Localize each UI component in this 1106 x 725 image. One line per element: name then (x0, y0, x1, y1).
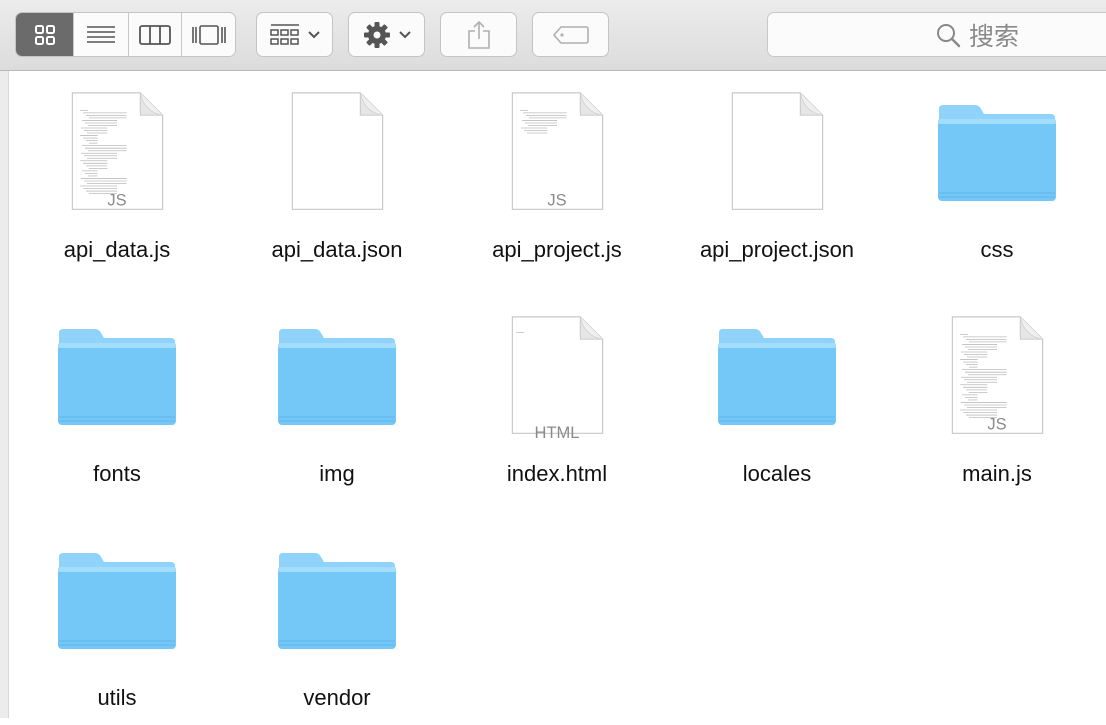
folder-icon (717, 313, 837, 443)
file-item[interactable]: HTML index.html (457, 301, 657, 501)
file-name: fonts (93, 461, 141, 486)
document-icon: JS (937, 313, 1057, 443)
grid-icon (34, 24, 55, 45)
file-name: img (319, 461, 355, 486)
window-edge (0, 71, 8, 718)
column-view-button[interactable] (129, 13, 183, 56)
file-item[interactable]: JS main.js (897, 301, 1097, 501)
folder-icon (277, 313, 397, 443)
file-item[interactable]: fonts (17, 301, 217, 501)
file-item[interactable]: utils (17, 525, 217, 725)
file-name: api_project.js (492, 237, 622, 262)
share-icon (467, 20, 490, 49)
file-item[interactable]: vendor (237, 525, 437, 725)
file-item[interactable]: css (897, 77, 1097, 277)
list-icon (87, 25, 116, 43)
file-name: api_data.json (271, 237, 403, 262)
action-button[interactable] (348, 12, 425, 57)
folder-icon (937, 89, 1057, 219)
svg-text:HTML: HTML (535, 424, 580, 442)
file-item[interactable]: JS api_data.js (17, 77, 217, 277)
document-icon: JS (57, 89, 177, 219)
chevron-down-icon (307, 30, 320, 38)
search-field[interactable]: 搜索 (767, 12, 1106, 57)
svg-text:JS: JS (987, 415, 1006, 433)
file-item[interactable]: api_data.json (237, 77, 437, 277)
svg-text:JS: JS (107, 191, 126, 209)
file-name: vendor (303, 685, 371, 710)
list-view-button[interactable] (74, 13, 129, 56)
coverflow-icon (191, 24, 226, 45)
file-name: utils (97, 685, 137, 710)
svg-text:JS: JS (547, 191, 566, 209)
icon-view-button[interactable] (16, 13, 75, 56)
search-icon (937, 23, 961, 47)
file-name: api_data.js (63, 237, 171, 262)
folder-icon (277, 537, 397, 667)
finder-toolbar: 搜索 (0, 0, 1106, 71)
share-button[interactable] (440, 12, 517, 57)
file-name: css (980, 237, 1014, 262)
document-icon (717, 89, 837, 219)
tags-button[interactable] (532, 12, 609, 57)
file-item[interactable]: locales (677, 301, 877, 501)
tag-icon (552, 25, 589, 44)
file-name: index.html (506, 461, 608, 486)
chevron-down-icon (398, 30, 411, 38)
document-icon (277, 89, 397, 219)
file-item[interactable]: JS api_project.js (457, 77, 657, 277)
gear-icon (363, 21, 390, 48)
search-placeholder: 搜索 (969, 22, 1020, 51)
folder-icon (57, 313, 177, 443)
cover-flow-view-button[interactable] (182, 13, 235, 56)
file-name: main.js (962, 461, 1032, 486)
file-item[interactable]: api_project.json (677, 77, 877, 277)
document-icon: JS (497, 89, 617, 219)
arrange-button[interactable] (256, 12, 333, 57)
folder-icon (57, 537, 177, 667)
columns-icon (139, 24, 172, 45)
arrange-icon (269, 23, 299, 45)
file-grid: JS api_data.js api_data.json JS api_proj… (8, 71, 1106, 718)
view-mode-control (15, 12, 236, 57)
document-icon: HTML (497, 313, 617, 443)
file-item[interactable]: img (237, 301, 437, 501)
file-name: api_project.json (699, 237, 855, 262)
file-name: locales (742, 461, 812, 486)
